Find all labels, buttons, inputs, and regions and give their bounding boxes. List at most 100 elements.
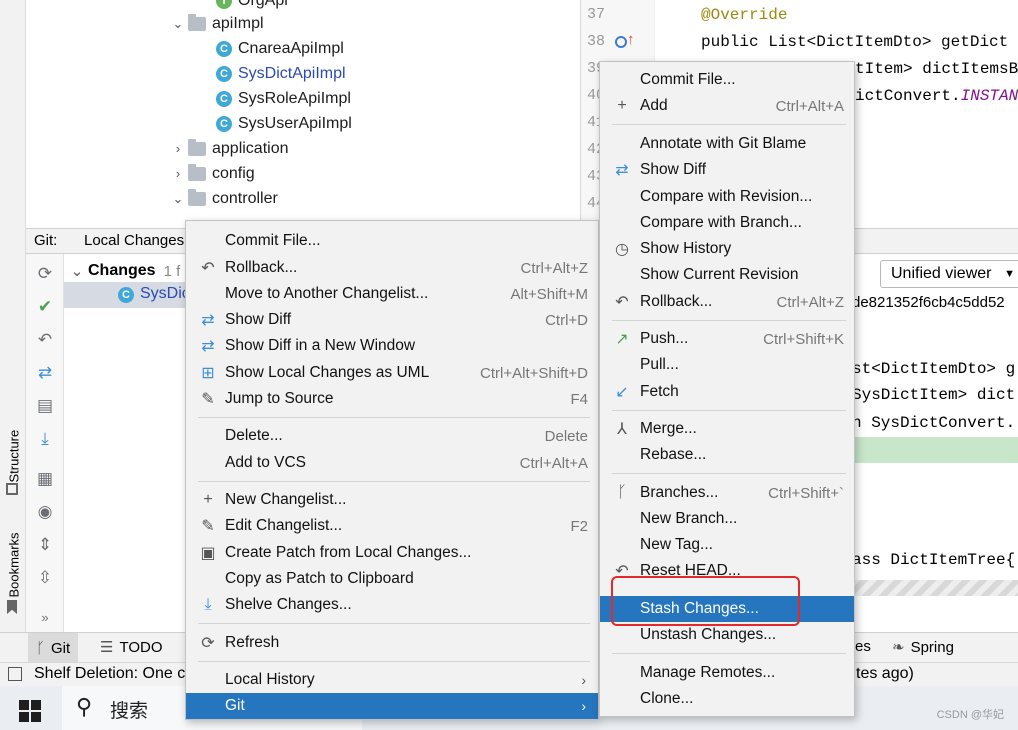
tree-item-apiimpl[interactable]: ⌄ apiImpl [168,11,264,36]
menu-merge[interactable]: ⅄ Merge... [600,416,854,442]
menu-move-changelist[interactable]: Move to Another Changelist... Alt+Shift+M [186,281,598,307]
chevron-down-icon[interactable]: ⌄ [168,16,188,32]
menu-compare-revision[interactable]: Compare with Revision... [600,184,854,210]
chevron-right-icon[interactable]: › [168,166,188,181]
refresh-icon[interactable]: ⟳ [34,263,56,285]
menu-rollback[interactable]: ↶ Rollback... Ctrl+Alt+Z [186,255,598,281]
code-line-annotation: @Override [701,6,788,24]
menu-label: Manage Remotes... [640,664,776,681]
viewer-dropdown[interactable]: Unified viewer ▼ [880,260,1018,288]
folder-icon [188,13,206,31]
menu-show-history[interactable]: ◷ Show History [600,236,854,262]
menu-fetch[interactable]: ↙ Fetch [600,379,854,405]
plus-icon: + [617,97,627,114]
menu-new-branch[interactable]: New Branch... [600,506,854,532]
menu-add[interactable]: + Add Ctrl+Alt+A [600,93,854,119]
tree-item-controller[interactable]: ⌄ controller [168,186,278,211]
menu-separator [612,653,846,654]
menu-delete[interactable]: Delete... Delete [186,423,598,449]
tab-services[interactable]: es [855,638,871,655]
menu-commit-file[interactable]: Commit File... [186,228,598,254]
expand-all-icon[interactable]: ⇕ [34,534,56,556]
menu-annotate-blame[interactable]: Annotate with Git Blame [600,131,854,157]
menu-new-tag[interactable]: New Tag... [600,532,854,558]
menu-rebase[interactable]: Rebase... [600,442,854,468]
status-icon[interactable] [8,667,22,681]
menu-push[interactable]: ↗ Push... Ctrl+Shift+K [600,326,854,352]
tree-item-application[interactable]: › application [168,136,289,161]
bookmarks-tab[interactable]: Bookmarks [4,520,22,620]
update-icon[interactable]: ⤓ [34,428,56,450]
search-text: 搜索 [110,701,149,722]
tree-item-config[interactable]: › config [168,161,255,186]
collapse-all-icon[interactable]: ⇳ [34,567,56,589]
menu-commit-file[interactable]: Commit File... [600,67,854,93]
collapsed-region[interactable] [852,580,1018,596]
menu-label: Refresh [225,634,280,651]
tree-item-cnareaapiimpl[interactable]: C CnareaApiImpl [216,36,344,61]
menu-git[interactable]: Git › [186,693,598,719]
rollback-icon: ↶ [615,294,629,311]
menu-add-to-vcs[interactable]: Add to VCS Ctrl+Alt+A [186,450,598,476]
status-message[interactable]: Shelf Deletion: One c [34,665,185,683]
group-by-icon[interactable]: ▦ [34,468,56,490]
menu-copy-patch[interactable]: Copy as Patch to Clipboard [186,566,598,592]
code-line-convert: ictConvert.INSTAN [855,87,1018,105]
menu-label: Shelve Changes... [225,596,352,613]
menu-edit-changelist[interactable]: ✎ Edit Changelist... F2 [186,513,598,539]
menu-shelve-changes[interactable]: ⤓ Shelve Changes... [186,592,598,618]
menu-show-diff[interactable]: ⇄ Show Diff [600,157,854,183]
menu-show-uml[interactable]: ⊞ Show Local Changes as UML Ctrl+Alt+Shift… [186,360,598,386]
menu-label: Pull... [640,356,679,373]
menu-show-diff[interactable]: ⇄ Show Diff Ctrl+D [186,307,598,333]
tab-local-changes[interactable]: Local Changes [84,232,184,249]
tab-spring[interactable]: ❧ Spring [892,638,954,657]
menu-manage-remotes[interactable]: Manage Remotes... [600,660,854,686]
tree-item-sysroleapiimpl[interactable]: C SysRoleApiImpl [216,86,351,111]
eye-icon[interactable]: ◉ [34,501,56,523]
tab-todo[interactable]: ☰ TODO [100,638,163,657]
menu-label: Clone... [640,690,694,707]
list-icon: ☰ [100,639,114,656]
menu-branches[interactable]: ᚴ Branches... Ctrl+Shift+` [600,480,854,506]
menu-label: Create Patch from Local Changes... [225,544,472,561]
changelist-icon[interactable]: ▤ [34,395,56,417]
more-icon[interactable]: » [34,606,56,628]
menu-jump-to-source[interactable]: ✎ Jump to Source F4 [186,386,598,412]
menu-shortcut: Ctrl+Alt+Shift+D [480,364,588,382]
menu-rollback[interactable]: ↶ Rollback... Ctrl+Alt+Z [600,289,854,315]
diff-line: n SysDictConvert. [852,414,1016,432]
chevron-down-icon[interactable]: ⌄ [168,191,188,207]
diff-icon: ⇄ [201,338,215,355]
tab-git[interactable]: ᚴ Git [28,633,79,663]
menu-new-changelist[interactable]: + New Changelist... [186,487,598,513]
menu-show-diff-window[interactable]: ⇄ Show Diff in a New Window [186,333,598,359]
menu-label: Move to Another Changelist... [225,285,429,302]
menu-pull[interactable]: Pull... [600,352,854,378]
menu-refresh[interactable]: ⟳ Refresh [186,630,598,656]
chevron-right-icon[interactable]: › [168,141,188,156]
menu-compare-branch[interactable]: Compare with Branch... [600,210,854,236]
changes-node[interactable]: ⌄ Changes 1 f [66,259,181,283]
chevron-down-icon[interactable]: ⌄ [66,262,88,280]
override-marker-icon[interactable] [615,36,627,48]
windows-start-icon[interactable] [19,700,41,722]
changes-label: Changes [88,262,156,279]
menu-clone[interactable]: Clone... [600,686,854,712]
class-icon: C [216,90,232,107]
status-message-tail: tes ago) [856,665,914,682]
rollback-icon[interactable]: ↶ [34,329,56,351]
tree-item-sysdictapiimpl[interactable]: C SysDictApiImpl [216,61,346,86]
project-tree: I OrgApi ⌄ apiImpl C CnareaApiImpl C Sys… [26,0,580,230]
class-icon: C [118,287,134,303]
diff-preview: Unified viewer ▼ de821352f6cb4c5dd52 st<… [852,254,1018,632]
menu-show-current-revision[interactable]: Show Current Revision [600,262,854,288]
menu-label: Show Diff [640,161,707,178]
interface-icon: I [216,0,232,9]
menu-create-patch[interactable]: ▣ Create Patch from Local Changes... [186,540,598,566]
tree-item-sysuserapiimpl[interactable]: C SysUserApiImpl [216,111,352,136]
structure-tab[interactable]: Structure [4,415,22,495]
commit-check-icon[interactable]: ✔ [34,296,56,318]
diff-icon[interactable]: ⇄ [34,362,56,384]
menu-local-history[interactable]: Local History › [186,667,598,693]
